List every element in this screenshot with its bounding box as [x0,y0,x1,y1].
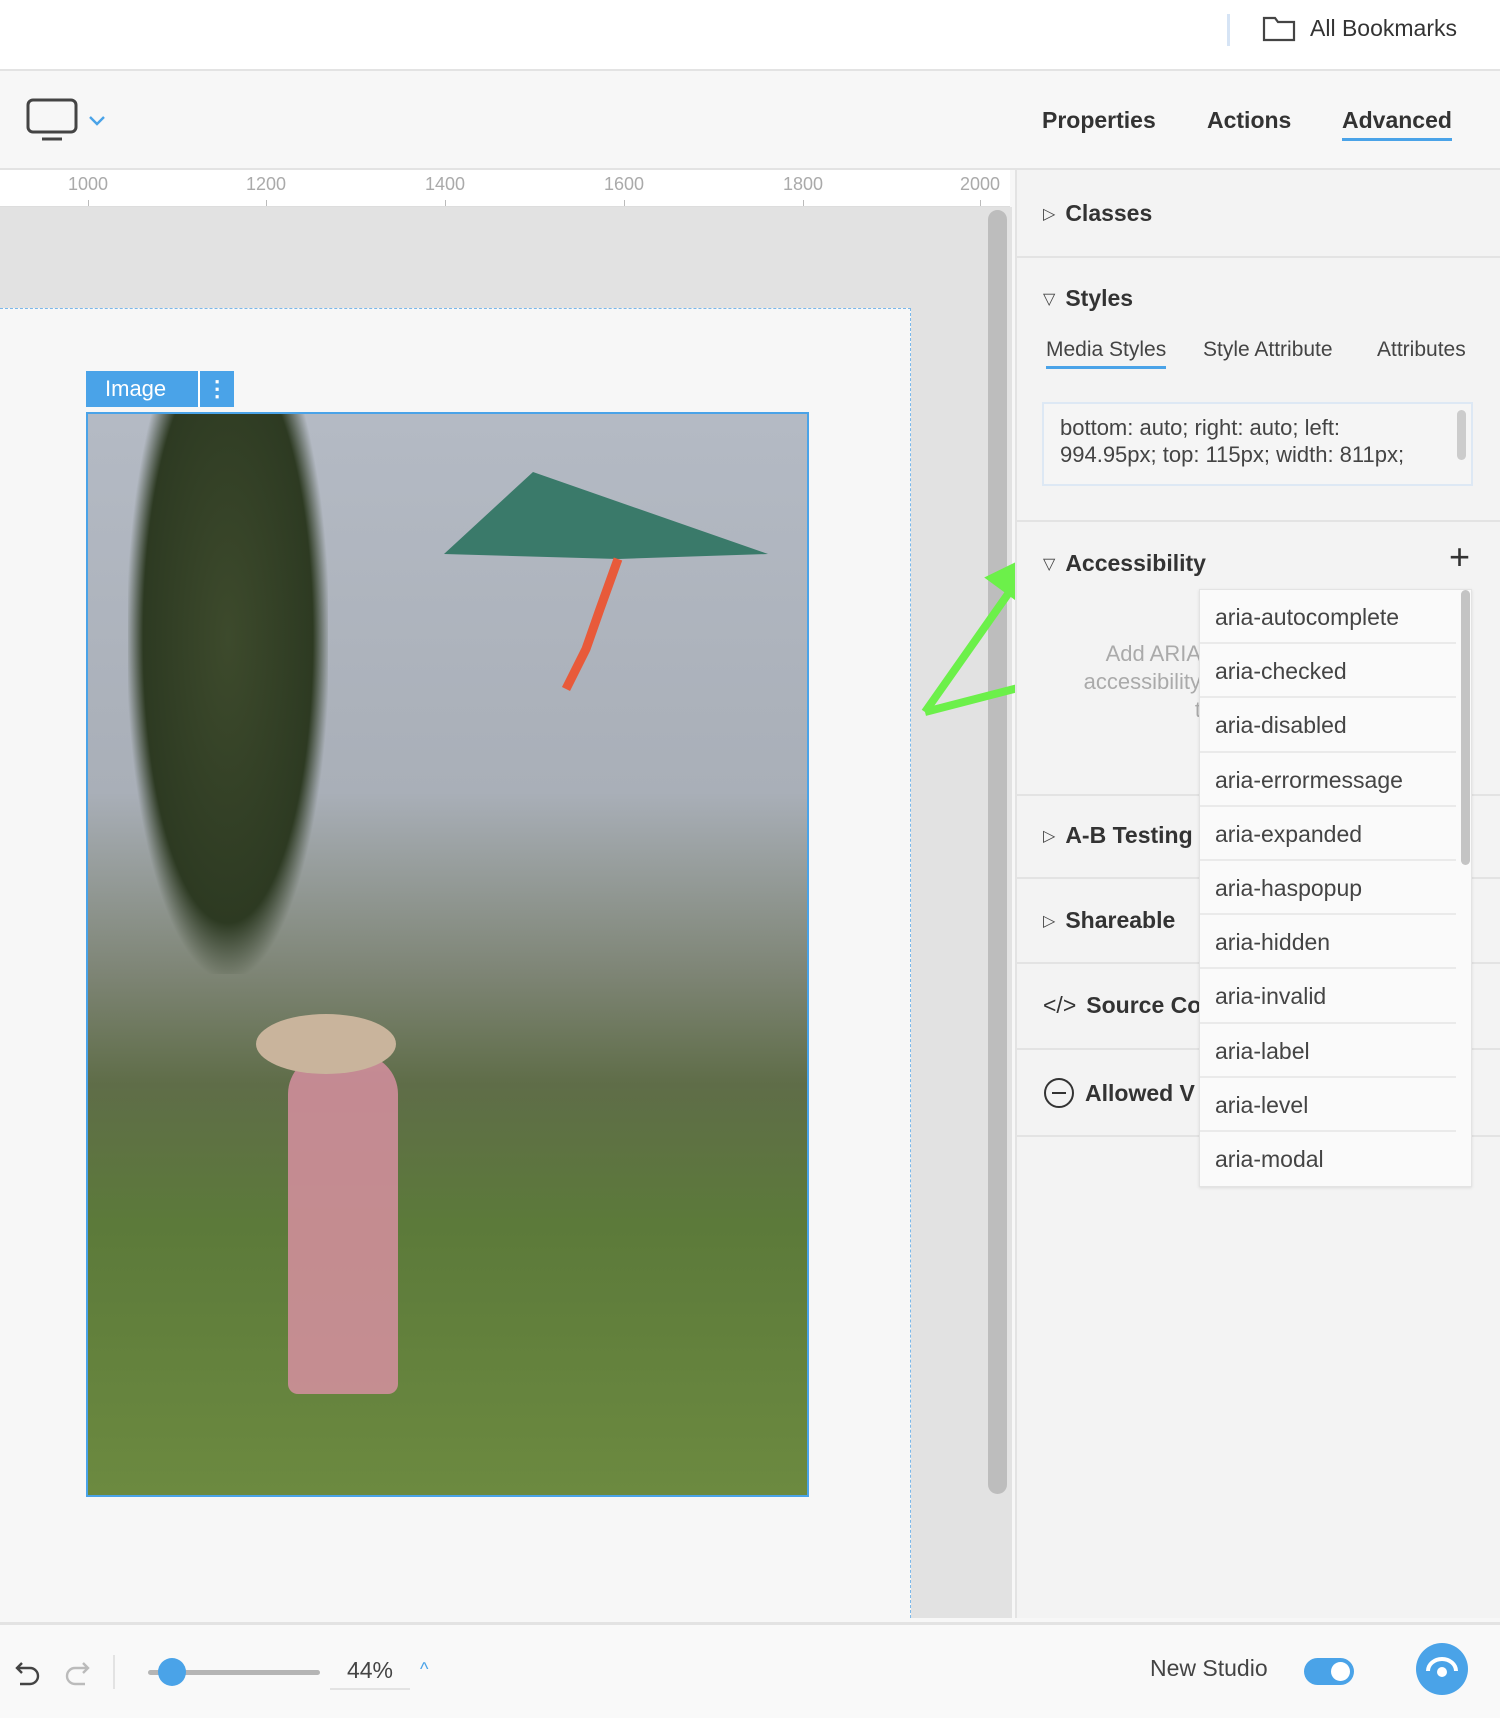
device-selector[interactable] [26,98,106,142]
accessibility-placeholder: Add ARIA accessibility t [1057,640,1201,724]
new-studio-label: New Studio [1150,1655,1268,1681]
bottom-bar: 44% ^ New Studio [0,1622,1500,1718]
more-options-icon[interactable]: ⋮ [198,371,235,407]
ruler-label: 1200 [245,174,287,194]
ruler-label: 1800 [782,174,824,194]
tab-actions[interactable]: Actions [1207,107,1291,134]
dropdown-option[interactable]: aria-label [1200,1024,1456,1078]
ruler-label: 1000 [67,174,109,194]
aria-attribute-dropdown[interactable]: aria-autocomplete aria-checked aria-disa… [1199,589,1472,1187]
dropdown-option[interactable]: aria-expanded [1200,807,1456,861]
tab-attributes[interactable]: Attributes [1377,338,1466,362]
monitor-icon [26,98,78,141]
section-shareable[interactable]: ▷ Shareable [1043,907,1175,934]
minus-circle-icon [1044,1078,1074,1108]
section-ab-testing[interactable]: ▷ A-B Testing [1043,822,1193,849]
dropdown-scrollbar[interactable] [1461,590,1470,865]
dropdown-option[interactable]: aria-autocomplete [1200,590,1456,645]
tab-properties[interactable]: Properties [1042,107,1156,134]
triangle-right-icon: ▷ [1043,827,1056,845]
code-icon: </> [1043,992,1077,1018]
triangle-right-icon: ▷ [1043,912,1056,930]
section-classes[interactable]: ▷ Classes [1043,200,1152,227]
divider [1227,14,1230,46]
selected-image[interactable] [86,412,809,1497]
redo-icon[interactable] [63,1659,91,1687]
zoom-slider-handle[interactable] [158,1658,186,1686]
chevron-down-icon [89,116,105,126]
selected-element-name: Image [86,371,199,407]
new-studio-toggle[interactable] [1304,1658,1354,1685]
dropdown-option[interactable]: aria-disabled [1200,698,1456,753]
dropdown-option[interactable]: aria-invalid [1200,969,1456,1024]
help-assistant-button[interactable] [1416,1643,1468,1695]
all-bookmarks-label: All Bookmarks [1310,14,1457,41]
section-title: Classes [1065,200,1153,226]
textarea-scrollbar[interactable] [1457,410,1466,460]
ruler-label: 1600 [603,174,645,194]
tab-advanced[interactable]: Advanced [1342,107,1452,141]
dropdown-option[interactable]: aria-level [1200,1078,1456,1132]
section-title: Styles [1065,285,1134,311]
triangle-right-icon: ▷ [1043,205,1056,223]
triangle-down-icon: ▽ [1043,290,1056,308]
section-source-code[interactable]: </> Source Co [1043,992,1201,1019]
ruler-label: 2000 [959,174,1001,194]
placeholder-line: accessibility [1083,669,1201,694]
tab-style-attribute[interactable]: Style Attribute [1203,338,1333,362]
dropdown-option[interactable]: aria-modal [1200,1132,1456,1186]
section-accessibility[interactable]: ▽ Accessibility [1043,550,1206,577]
chevron-up-icon[interactable]: ^ [420,1659,428,1680]
ruler-label: 1400 [424,174,466,194]
section-styles[interactable]: ▽ Styles [1043,285,1133,312]
section-title: Shareable [1065,907,1176,933]
editor-toolbar: Properties Actions Advanced [0,71,1500,170]
style-attribute-textarea[interactable]: bottom: auto; right: auto; left: 994.95p… [1042,402,1473,486]
kite-illustration [444,472,768,692]
undo-icon[interactable] [14,1659,42,1687]
canvas-scrollbar[interactable] [988,210,1007,1494]
dropdown-option[interactable]: aria-errormessage [1200,753,1456,807]
zoom-level[interactable]: 44% [330,1657,410,1690]
section-allowed[interactable]: Allowed V [1043,1077,1195,1109]
eye-icon [1426,1657,1458,1677]
dropdown-option[interactable]: aria-checked [1200,644,1456,699]
triangle-down-icon: ▽ [1043,555,1056,573]
section-title: Accessibility [1065,550,1206,576]
element-label: Image ⋮ [86,371,235,407]
section-title: Allowed V [1085,1079,1195,1106]
add-attribute-button[interactable]: + [1449,536,1470,578]
section-title: A-B Testing [1065,822,1193,848]
folder-icon [1262,16,1296,42]
placeholder-line: Add ARIA [1105,641,1201,666]
browser-bookmarks-bar: All Bookmarks [0,0,1500,71]
horizontal-ruler: 1000 1200 1400 1600 1800 2000 [0,170,1010,207]
section-title: Source Co [1086,992,1202,1018]
dropdown-option[interactable]: aria-hidden [1200,915,1456,970]
all-bookmarks-button[interactable]: All Bookmarks [1262,14,1457,42]
placeholder-line: t [1194,697,1201,722]
tab-media-styles[interactable]: Media Styles [1046,338,1167,369]
dropdown-option[interactable]: aria-haspopup [1200,861,1456,916]
